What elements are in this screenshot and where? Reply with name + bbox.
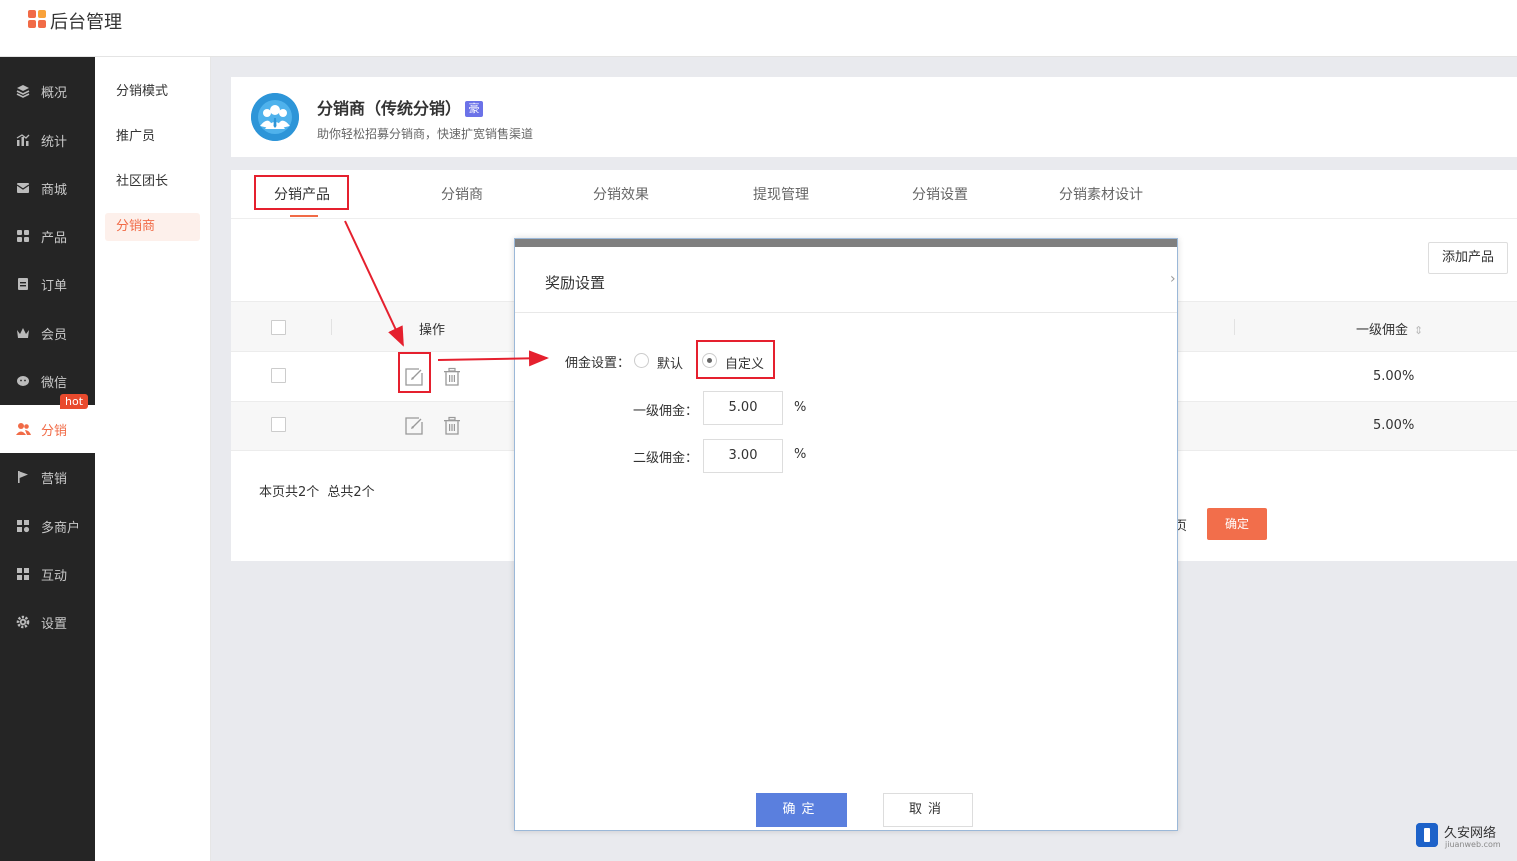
annotation-arrows — [344, 220, 549, 367]
watermark-logo-icon — [1416, 823, 1438, 847]
watermark-domain: jiuanweb.com — [1445, 840, 1501, 849]
watermark-name: 久安网络 — [1444, 826, 1497, 841]
